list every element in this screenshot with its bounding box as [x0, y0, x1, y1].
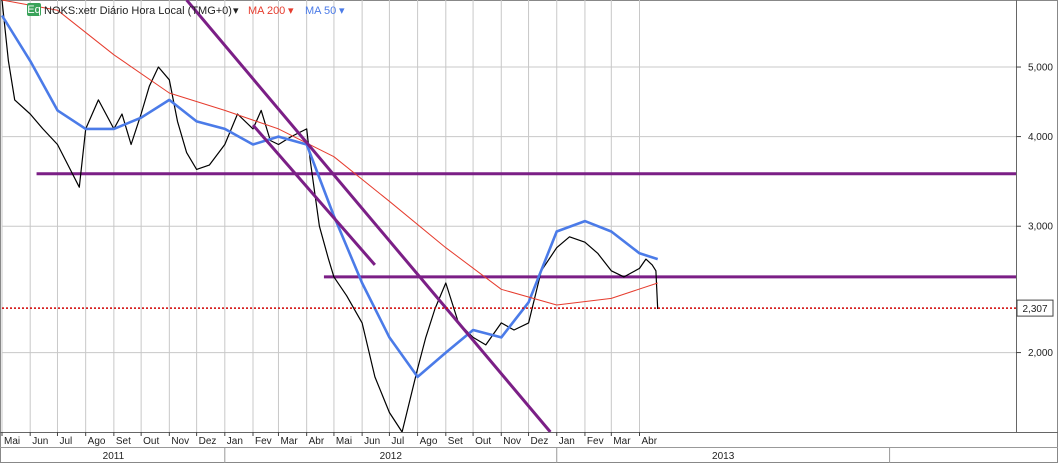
x-tick-label: Set — [116, 436, 131, 447]
stock-chart: 2,000 3,000 4,000 5,000 Mai Jun Jul Ago Set Out N… — [0, 0, 1058, 463]
x-tick-label: Fev — [587, 436, 604, 447]
x-tick-label: Jun — [364, 436, 380, 447]
x-tick-label: Fev — [255, 436, 272, 447]
x-tick-label: Abr — [309, 436, 325, 447]
x-tick-label: Mar — [613, 436, 631, 447]
y-tick-label: 5,000 — [1028, 63, 1053, 74]
y-tick-label: 2,000 — [1028, 348, 1053, 359]
x-tick-label: Out — [475, 436, 491, 447]
x-tick-label: Mai — [336, 436, 352, 447]
x-tick-label: Jun — [32, 436, 48, 447]
ma50-dropdown-icon[interactable]: ▾ — [339, 5, 345, 17]
x-tick-label: Jan — [559, 436, 575, 447]
x-tick-label: Jan — [227, 436, 243, 447]
x-tick-label: Dez — [531, 436, 549, 447]
y-tick-label: 3,000 — [1028, 222, 1053, 233]
symbol-dropdown-icon[interactable]: ▾ — [233, 5, 239, 17]
ma200-dropdown-icon[interactable]: ▾ — [288, 5, 294, 17]
x-tick-label: Dez — [199, 436, 217, 447]
ma50-label[interactable]: MA 50 — [305, 5, 336, 17]
x-tick-label: Set — [448, 436, 463, 447]
y-tick-label: 4,000 — [1028, 132, 1053, 143]
year-label: 2012 — [380, 451, 403, 462]
x-tick-label: Jul — [59, 436, 72, 447]
x-tick-label: Jul — [391, 436, 404, 447]
x-tick-label: Out — [143, 436, 159, 447]
ma200-label[interactable]: MA 200 — [248, 5, 285, 17]
x-tick-label: Mai — [4, 436, 20, 447]
x-tick-label: Nov — [171, 436, 189, 447]
x-tick-label: Ago — [88, 436, 106, 447]
x-tick-label: Mar — [280, 436, 298, 447]
eq-badge-label: Eq — [27, 4, 40, 16]
x-tick-label: Nov — [503, 436, 521, 447]
current-value-tag: 2,307 — [1016, 299, 1054, 317]
x-tick-label: Ago — [420, 436, 438, 447]
symbol-label[interactable]: NOKS:xetr Diário Hora Local (TMG+0) — [44, 5, 232, 17]
year-label: 2013 — [712, 451, 735, 462]
year-label: 2011 — [103, 451, 125, 462]
current-value-label: 2,307 — [1022, 304, 1047, 315]
x-tick-label: Abr — [642, 436, 658, 447]
